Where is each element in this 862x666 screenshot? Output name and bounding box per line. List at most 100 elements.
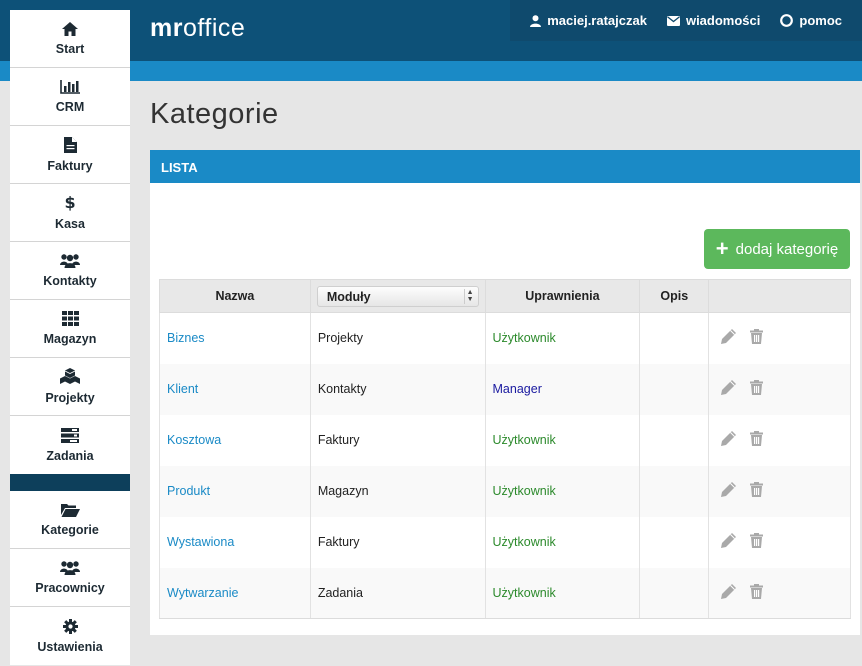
- cell-description: [639, 516, 710, 568]
- folder-open-icon: [60, 503, 80, 517]
- edit-button[interactable]: [721, 329, 737, 347]
- sidebar-item-label: Projekty: [45, 391, 95, 405]
- cell-permission: Użytkownik: [484, 567, 641, 619]
- category-name-link[interactable]: Wytwarzanie: [167, 586, 238, 600]
- cell-description: [639, 312, 710, 364]
- pencil-icon: [721, 431, 737, 446]
- cell-name: Biznes: [159, 312, 311, 364]
- cell-actions: [708, 414, 851, 466]
- column-header-name[interactable]: Nazwa: [159, 279, 311, 313]
- delete-button[interactable]: [750, 431, 764, 449]
- user-menu-help[interactable]: pomoc: [780, 13, 842, 28]
- category-name-link[interactable]: Biznes: [167, 331, 205, 345]
- group-icon: [60, 254, 80, 268]
- sidebar-item-label: CRM: [55, 99, 85, 114]
- dollar-icon: $: [65, 194, 75, 211]
- sidebar-item-zadania[interactable]: Zadania: [10, 416, 130, 474]
- sidebar-item-start[interactable]: Start: [10, 10, 130, 68]
- category-name-link[interactable]: Klient: [167, 382, 198, 396]
- cell-name: Produkt: [159, 465, 311, 517]
- gear-icon: [62, 618, 78, 634]
- permission-label: Użytkownik: [492, 585, 556, 600]
- delete-button[interactable]: [750, 380, 764, 398]
- column-header-modules: Moduły ▲ ▼: [309, 279, 486, 313]
- table-row: Klient Kontakty Manager: [159, 363, 851, 415]
- sidebar-item-kategorie[interactable]: Kategorie: [10, 491, 130, 549]
- sidebar-item-label: Kategorie: [41, 522, 99, 537]
- sidebar: Start CRM Faktury $ Kasa Kontakty Magazy…: [10, 10, 130, 665]
- delete-button[interactable]: [750, 533, 764, 551]
- category-name-link[interactable]: Kosztowa: [167, 433, 221, 447]
- brand-logo-rest: office: [182, 14, 246, 42]
- pencil-icon: [721, 380, 737, 395]
- user-icon: [530, 14, 542, 27]
- tasks-icon: [61, 427, 79, 443]
- panel-title: LISTA: [150, 150, 860, 183]
- sidebar-item-ustawienia[interactable]: Ustawienia: [10, 607, 130, 665]
- column-header-actions: [708, 279, 851, 313]
- cell-module: Zadania: [309, 567, 486, 619]
- edit-button[interactable]: [721, 533, 737, 551]
- delete-button[interactable]: [750, 329, 764, 347]
- table-row: Biznes Projekty Użytkownik: [159, 312, 851, 364]
- edit-button[interactable]: [721, 431, 737, 449]
- sidebar-item-label: Pracownicy: [35, 581, 105, 595]
- group-icon: [60, 561, 80, 575]
- sidebar-item-projekty[interactable]: Projekty: [10, 358, 130, 416]
- page-title: Kategorie: [150, 98, 279, 130]
- add-category-button[interactable]: + dodaj kategorię: [704, 229, 850, 269]
- sidebar-item-kontakty[interactable]: Kontakty: [10, 242, 130, 300]
- cell-permission: Użytkownik: [484, 414, 641, 466]
- modules-filter-select[interactable]: Moduły ▲ ▼: [316, 286, 479, 307]
- sidebar-item-pracownicy[interactable]: Pracownicy: [10, 549, 130, 607]
- brand-logo[interactable]: mroffice: [150, 14, 245, 43]
- category-name-link[interactable]: Produkt: [167, 484, 210, 498]
- column-header-description[interactable]: Opis: [639, 279, 710, 313]
- pencil-icon: [721, 533, 737, 548]
- sidebar-item-magazyn[interactable]: Magazyn: [10, 300, 130, 358]
- delete-button[interactable]: [750, 482, 764, 500]
- cell-module: Projekty: [309, 312, 486, 364]
- categories-table: Nazwa Moduły ▲ ▼ Uprawnienia Opis Biznes P…: [159, 279, 851, 619]
- file-icon: [63, 136, 77, 153]
- cell-description: [639, 567, 710, 619]
- sidebar-separator: [10, 474, 130, 491]
- modules-filter-label: Moduły: [326, 289, 371, 304]
- pencil-icon: [721, 583, 737, 599]
- trash-icon: [750, 583, 764, 599]
- sidebar-item-label: Ustawienia: [37, 639, 103, 654]
- sidebar-item-kasa[interactable]: $ Kasa: [10, 184, 130, 242]
- cell-description: [639, 414, 710, 466]
- permission-label: Użytkownik: [492, 535, 556, 549]
- cell-permission: Manager: [484, 363, 641, 415]
- cell-module: Faktury: [309, 516, 486, 568]
- cell-module: Faktury: [309, 414, 486, 466]
- pencil-icon: [721, 482, 737, 497]
- cell-actions: [708, 363, 851, 415]
- column-header-permissions[interactable]: Uprawnienia: [484, 279, 641, 313]
- permission-label: Użytkownik: [492, 433, 556, 447]
- add-category-label: dodaj kategorię: [735, 240, 839, 258]
- sidebar-item-crm[interactable]: CRM: [10, 68, 130, 126]
- permission-label: Manager: [492, 382, 542, 396]
- user-menu-profile[interactable]: maciej.ratajczak: [530, 13, 647, 28]
- home-icon: [62, 21, 78, 36]
- cell-description: [639, 363, 710, 415]
- delete-button[interactable]: [750, 583, 764, 602]
- svg-text:$: $: [65, 194, 75, 211]
- pencil-icon: [721, 329, 737, 345]
- user-menu-messages[interactable]: wiadomości: [666, 13, 760, 28]
- sidebar-item-faktury[interactable]: Faktury: [10, 126, 130, 184]
- cell-actions: [708, 516, 851, 568]
- edit-button[interactable]: [721, 380, 737, 398]
- edit-button[interactable]: [721, 583, 737, 602]
- trash-icon: [750, 431, 764, 446]
- edit-button[interactable]: [721, 482, 737, 500]
- brand-logo-bold: mr: [150, 14, 183, 42]
- cell-permission: Użytkownik: [484, 312, 641, 364]
- select-arrows-icon: ▲ ▼: [463, 289, 474, 304]
- cell-name: Kosztowa: [159, 414, 311, 466]
- sidebar-item-label: Kasa: [55, 217, 85, 231]
- envelope-icon: [666, 15, 680, 26]
- category-name-link[interactable]: Wystawiona: [167, 535, 234, 549]
